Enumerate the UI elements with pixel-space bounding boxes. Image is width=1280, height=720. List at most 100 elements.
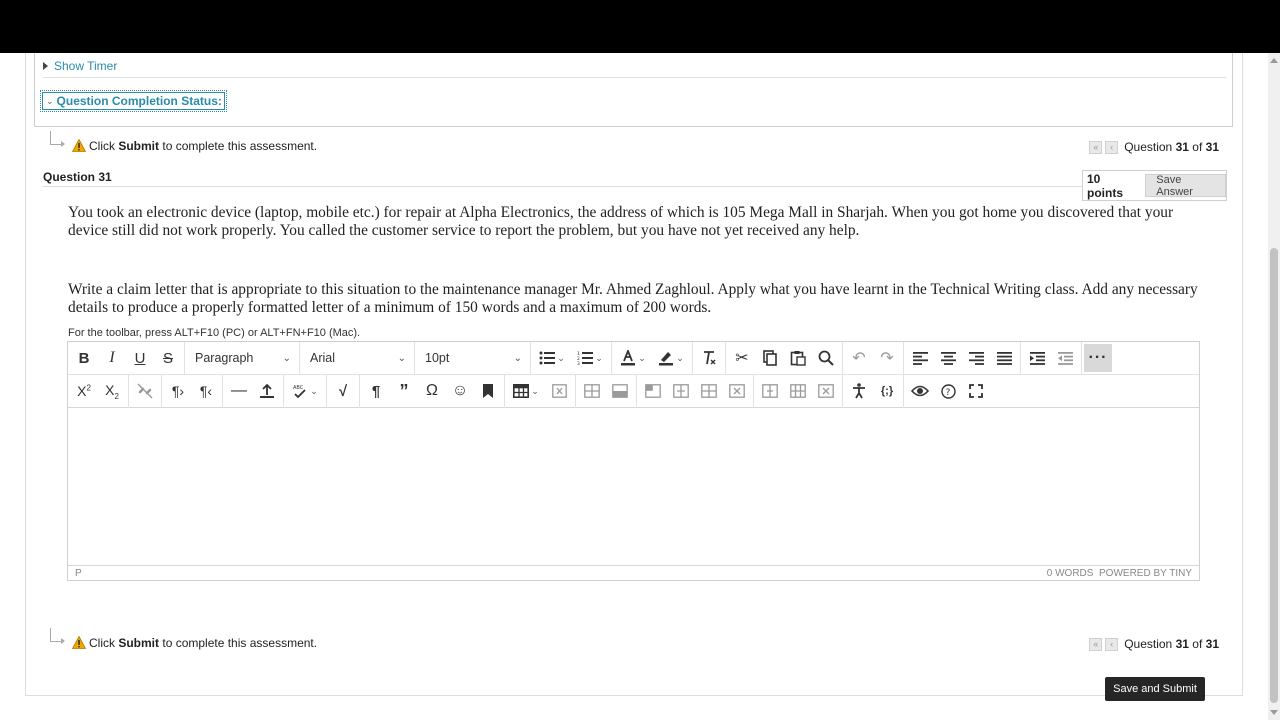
link-group — [129, 374, 162, 408]
rich-text-editor: B I U S Paragraph ⌄ Arial ⌄ 10pt ⌄ ⌄ 123… — [67, 341, 1200, 581]
delete-row-button[interactable] — [812, 377, 840, 405]
show-timer-toggle[interactable]: Show Timer — [43, 59, 117, 73]
first-question-button[interactable]: « — [1089, 140, 1103, 154]
highlighter-icon — [659, 352, 674, 366]
merge-cells-button[interactable] — [784, 377, 812, 405]
preview-button[interactable] — [906, 377, 934, 405]
font-size-value: 10pt — [425, 351, 450, 365]
insert-column-after-button[interactable] — [695, 377, 723, 405]
numbered-list-button[interactable]: 123 ⌄ — [571, 344, 609, 372]
element-path[interactable]: P — [75, 568, 82, 579]
font-family-select[interactable]: Arial ⌄ — [300, 341, 415, 375]
nav-label-prefix: Question — [1124, 140, 1173, 154]
insert-row-after-button[interactable] — [606, 377, 634, 405]
delete-table-button[interactable] — [545, 377, 573, 405]
ltr-button[interactable]: ¶› — [164, 377, 192, 405]
highlight-color-button[interactable]: ⌄ — [652, 344, 690, 372]
row-icon — [762, 384, 778, 398]
find-replace-button[interactable] — [812, 344, 840, 372]
page-scrollbar[interactable] — [1268, 53, 1280, 720]
math-group: √ — [327, 374, 360, 408]
font-family-value: Arial — [310, 351, 336, 365]
font-size-select[interactable]: 10pt ⌄ — [415, 341, 531, 375]
emoticons-button[interactable]: ☺ — [446, 377, 474, 405]
save-answer-button[interactable]: Save Answer — [1145, 174, 1226, 198]
align-center-button[interactable] — [934, 344, 962, 372]
editor-text-area[interactable] — [68, 408, 1199, 566]
superscript-button[interactable]: X2 — [70, 377, 98, 405]
blockquote-button[interactable]: ” — [390, 377, 418, 405]
align-left-icon — [912, 351, 928, 365]
special-character-button[interactable]: Ω — [418, 377, 446, 405]
block-format-select[interactable]: Paragraph ⌄ — [185, 341, 300, 375]
word-count[interactable]: 0 WORDS — [1047, 568, 1094, 579]
rtl-button[interactable]: ¶‹ — [192, 377, 220, 405]
first-question-button[interactable]: « — [1089, 637, 1103, 651]
copy-button[interactable] — [756, 344, 784, 372]
scroll-up-icon[interactable] — [1270, 58, 1278, 63]
editor-toolbar-row-2: X2 X2 ¶› ¶‹ — ABC ⌄ √ ¶ ” Ω ☺ ⌄ {;} ? — [68, 374, 1199, 408]
align-right-button[interactable] — [962, 344, 990, 372]
save-and-submit-button[interactable]: Save and Submit — [1105, 677, 1205, 701]
cut-button[interactable]: ✂ — [728, 344, 756, 372]
bullet-list-button[interactable]: ⌄ — [533, 344, 571, 372]
code-braces-icon: {;} — [880, 385, 894, 397]
insert-row-button[interactable] — [756, 377, 784, 405]
nav-total: 31 — [1205, 637, 1219, 651]
previous-question-button[interactable]: ‹ — [1105, 140, 1119, 154]
underline-button[interactable]: U — [126, 344, 154, 372]
question-paragraph-1: You took an electronic device (laptop, m… — [68, 204, 1174, 239]
clear-formatting-button[interactable] — [695, 344, 723, 372]
col-delete-icon — [729, 384, 745, 398]
table-button[interactable]: ⌄ — [507, 377, 545, 405]
text-color-button[interactable]: ⌄ — [614, 344, 652, 372]
question-paragraph-2: Write a claim letter that is appropriate… — [68, 281, 1198, 316]
paragraph-mark-button[interactable]: ¶ — [362, 377, 390, 405]
justify-button[interactable] — [990, 344, 1018, 372]
insert-file-button[interactable] — [253, 377, 281, 405]
bookmark-button[interactable] — [474, 377, 502, 405]
hook-arrowhead-icon — [61, 141, 65, 147]
submit-hint-keyword: Submit — [118, 636, 160, 650]
insert-column-before-button[interactable] — [667, 377, 695, 405]
submit-hint-text: Click Submit to complete this assessment… — [89, 139, 317, 153]
align-left-button[interactable] — [906, 344, 934, 372]
more-group: ··· — [1082, 342, 1114, 375]
square-root-icon: √ — [338, 382, 348, 400]
fullscreen-button[interactable] — [962, 377, 990, 405]
bold-button[interactable]: B — [70, 344, 98, 372]
spellcheck-group: ABC ⌄ — [284, 374, 327, 408]
question-nav-top: « ‹ Question 31 of 31 — [1089, 139, 1219, 155]
scrollbar-thumb[interactable] — [1270, 248, 1278, 703]
powered-by-tiny[interactable]: POWERED BY TINY — [1099, 568, 1192, 579]
pilcrow-icon: ¶ — [371, 382, 381, 400]
unlink-button[interactable] — [131, 377, 159, 405]
previous-question-button[interactable]: ‹ — [1105, 637, 1119, 651]
horizontal-line-button[interactable]: — — [225, 377, 253, 405]
redo-button[interactable]: ↷ — [873, 344, 901, 372]
table-cell-properties-button[interactable] — [639, 377, 667, 405]
question-completion-status-toggle[interactable]: ⌄ Question Completion Status: — [40, 90, 227, 112]
math-button[interactable]: √ — [329, 377, 357, 405]
scroll-down-icon[interactable] — [1270, 710, 1278, 715]
undo-button[interactable]: ↶ — [845, 344, 873, 372]
points-box: 10 points Save Answer — [1082, 170, 1227, 201]
help-button[interactable]: ? — [934, 377, 962, 405]
paste-button[interactable] — [784, 344, 812, 372]
nav-current: 31 — [1175, 637, 1189, 651]
spellcheck-button[interactable]: ABC ⌄ — [286, 377, 324, 405]
color-group: ⌄ ⌄ — [612, 341, 693, 375]
expand-triangle-icon — [43, 62, 48, 70]
delete-column-button[interactable] — [723, 377, 751, 405]
history-group: ↶ ↷ — [843, 341, 904, 375]
accessibility-checker-button[interactable] — [845, 377, 873, 405]
outdent-button[interactable] — [1051, 344, 1079, 372]
italic-button[interactable]: I — [98, 344, 126, 372]
strikethrough-button[interactable]: S — [154, 344, 182, 372]
subscript-button[interactable]: X2 — [98, 377, 126, 405]
more-options-button[interactable]: ··· — [1084, 344, 1112, 372]
insert-row-before-button[interactable] — [578, 377, 606, 405]
table-group: ⌄ — [505, 374, 576, 408]
indent-button[interactable] — [1023, 344, 1051, 372]
source-code-button[interactable]: {;} — [873, 377, 901, 405]
